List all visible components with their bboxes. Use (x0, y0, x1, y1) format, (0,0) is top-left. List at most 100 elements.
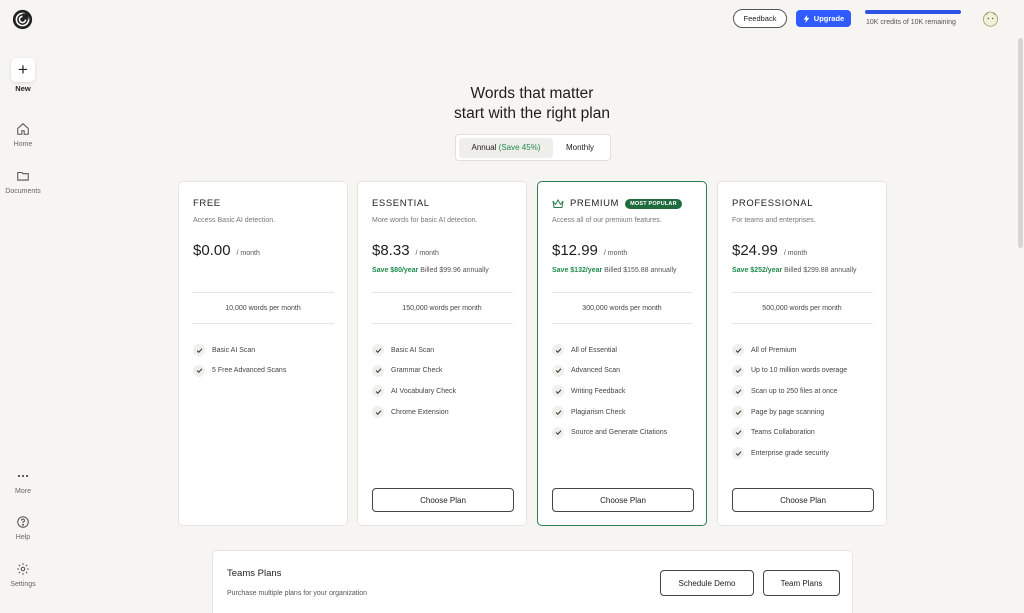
check-icon (732, 344, 744, 357)
team-plans-button[interactable]: Team Plans (763, 570, 840, 596)
feature-text: Basic AI Scan (212, 346, 256, 354)
new-button[interactable]: + (11, 58, 35, 82)
sidebar-item-home[interactable]: Home (0, 122, 46, 148)
check-icon (372, 406, 384, 419)
billed-amount: Billed $299.88 annually (784, 267, 857, 274)
price-period: / month (236, 250, 260, 257)
feature-text: Teams Collaboration (751, 429, 815, 437)
sidebar-item-label: More (15, 488, 31, 495)
check-icon (552, 426, 564, 439)
choose-plan-button-premium[interactable]: Choose Plan (552, 488, 694, 512)
credits-text: 10K credits of 10K remaining (866, 19, 956, 26)
credits-progress-bar (865, 10, 961, 14)
plan-name: ESSENTIAL (372, 198, 430, 209)
feature-item: Grammar Check (372, 361, 456, 382)
price-row: $24.99 / month (732, 242, 807, 259)
feature-list: All of Premium Up to 10 million words ov… (732, 340, 847, 464)
feature-item: Chrome Extension (372, 402, 456, 423)
check-icon (732, 406, 744, 419)
more-dots-icon (17, 474, 29, 478)
annual-savings: Save $252/year (732, 267, 783, 274)
check-icon (732, 364, 744, 377)
sidebar-item-label: Home (13, 141, 33, 148)
feature-item: AI Vocabulary Check (372, 381, 456, 402)
billing-toggle: Annual (Save 45%) Monthly (455, 134, 611, 161)
plan-card-professional: PROFESSIONAL For teams and enterprises. … (717, 181, 887, 526)
billing-option-monthly[interactable]: Monthly (557, 138, 603, 158)
sidebar-item-settings[interactable]: Settings (0, 562, 46, 588)
scrollbar[interactable] (1018, 38, 1023, 248)
sidebar-item-help[interactable]: Help (0, 515, 46, 541)
plan-price: $24.99 (732, 242, 778, 259)
page-title: Words that matter start with the right p… (412, 84, 652, 124)
price-row: $0.00 / month (193, 242, 260, 259)
check-icon (193, 344, 205, 357)
annual-savings: Save $132/year (552, 267, 603, 274)
plan-name-text: ESSENTIAL (372, 198, 430, 209)
feature-text: Grammar Check (391, 367, 443, 375)
feature-item: Up to 10 million words overage (732, 361, 847, 382)
feature-item: Teams Collaboration (732, 422, 847, 443)
plan-description: For teams and enterprises. (732, 217, 816, 224)
plan-description: Access all of our premium features. (552, 217, 662, 224)
annual-savings: Save $80/year (372, 267, 419, 274)
feature-text: Plagiarism Check (571, 408, 626, 416)
check-icon (372, 364, 384, 377)
annual-label: Annual (471, 143, 497, 152)
choose-plan-button-professional[interactable]: Choose Plan (732, 488, 874, 512)
sidebar-item-more[interactable]: More (0, 469, 46, 495)
feature-text: All of Essential (571, 346, 617, 354)
feature-text: Scan up to 250 files at once (751, 387, 838, 395)
plan-name: PREMIUM MOST POPULAR (552, 198, 682, 209)
billing-info: Save $252/year Billed $299.88 annually (732, 267, 857, 274)
check-icon (552, 385, 564, 398)
billed-amount: Billed $155.88 annually (604, 267, 677, 274)
sidebar-item-label: Settings (10, 581, 36, 588)
teams-description: Purchase multiple plans for your organiz… (227, 590, 368, 597)
price-period: / month (603, 250, 628, 257)
plan-price: $0.00 (193, 242, 231, 259)
page-title-line-2: start with the right plan (454, 105, 610, 122)
billing-info: Save $132/year Billed $155.88 annually (552, 267, 677, 274)
feature-text: 5 Free Advanced Scans (212, 367, 287, 375)
check-icon (732, 426, 744, 439)
feature-text: Up to 10 million words overage (751, 367, 848, 375)
divider (372, 292, 513, 293)
annual-save-label: (Save 45%) (498, 143, 541, 152)
feedback-button[interactable]: Feedback (733, 9, 787, 28)
plan-name-text: PREMIUM (570, 198, 620, 209)
price-period: / month (783, 250, 808, 257)
divider (732, 292, 873, 293)
feature-item: Basic AI Scan (372, 340, 456, 361)
check-icon (552, 364, 564, 377)
plan-name-text: FREE (193, 198, 221, 209)
feature-item: Advanced Scan (552, 361, 667, 382)
gear-icon (17, 563, 29, 575)
plan-price: $8.33 (372, 242, 410, 259)
feature-item: 5 Free Advanced Scans (193, 361, 286, 382)
check-icon (552, 344, 564, 357)
home-icon (17, 123, 29, 135)
plan-price: $12.99 (552, 242, 598, 259)
price-period: / month (415, 250, 439, 257)
lightning-icon (803, 14, 810, 23)
sidebar-item-documents[interactable]: Documents (0, 169, 46, 195)
choose-plan-button-essential[interactable]: Choose Plan (372, 488, 514, 512)
help-icon (17, 516, 29, 528)
divider (193, 292, 334, 293)
price-row: $12.99 / month (552, 242, 627, 259)
feature-list: Basic AI Scan 5 Free Advanced Scans (193, 340, 286, 381)
feature-item: Page by page scanning (732, 402, 847, 423)
billing-option-annual[interactable]: Annual (Save 45%) (459, 137, 553, 158)
schedule-demo-button[interactable]: Schedule Demo (660, 570, 754, 596)
logo-icon[interactable] (12, 9, 33, 30)
feature-text: Writing Feedback (571, 387, 626, 395)
page-title-line-1: Words that matter (470, 85, 594, 102)
folder-icon (17, 171, 29, 181)
divider (372, 323, 513, 324)
feature-text: Enterprise grade security (751, 449, 829, 457)
feature-item: All of Essential (552, 340, 667, 361)
billing-info: Save $80/year Billed $99.96 annually (372, 267, 489, 274)
upgrade-button[interactable]: Upgrade (796, 10, 851, 27)
avatar[interactable] (982, 10, 999, 27)
